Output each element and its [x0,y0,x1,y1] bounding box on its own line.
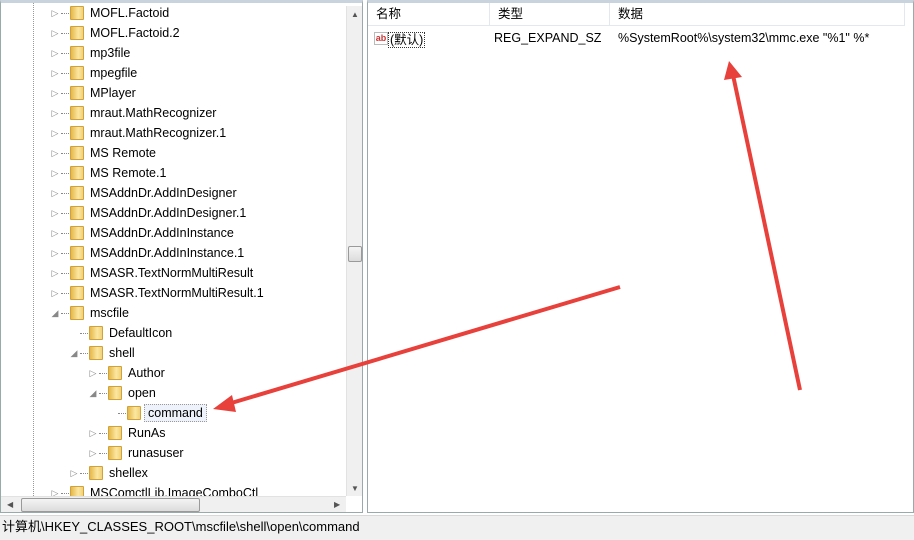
annotation-arrow-to-data [731,74,802,391]
annotation-arrows [213,61,802,412]
arrowhead [213,395,236,412]
annotation-arrow-to-command [227,285,621,406]
arrowhead [724,61,742,80]
